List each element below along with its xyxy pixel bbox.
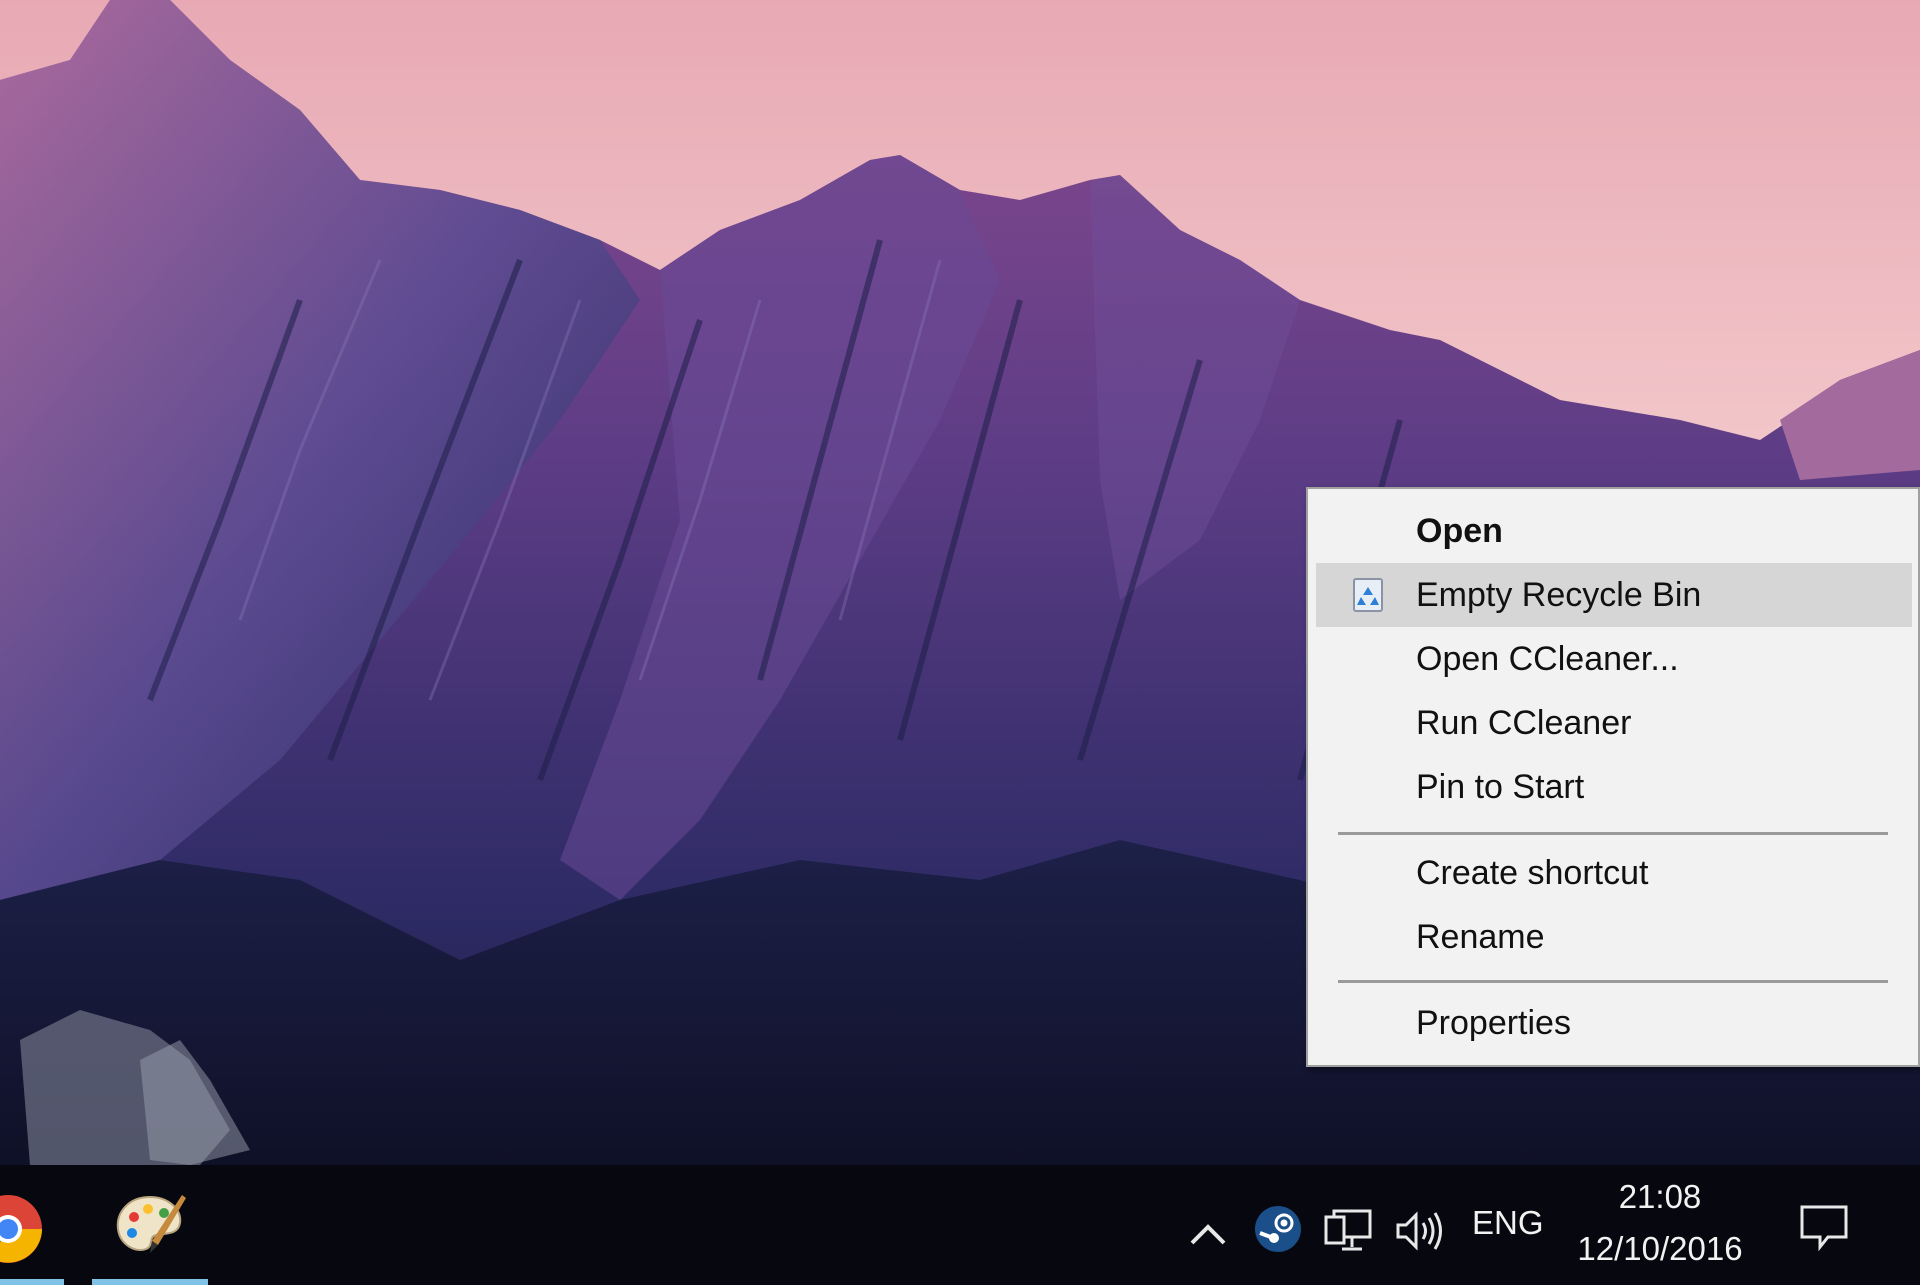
clock-time: 21:08 (1618, 1178, 1702, 1215)
language-indicator[interactable]: ENG (1472, 1193, 1544, 1253)
recycle-bin-icon (1353, 578, 1383, 612)
menu-item-pin-to-start[interactable]: Pin to Start (1316, 755, 1912, 819)
active-indicator (0, 1279, 64, 1285)
menu-item-label: Run CCleaner (1416, 704, 1632, 742)
menu-item-label: Pin to Start (1416, 768, 1585, 806)
menu-item-create-shortcut[interactable]: Create shortcut (1316, 841, 1912, 905)
taskbar-app-paint[interactable] (92, 1165, 208, 1285)
active-indicator (92, 1279, 208, 1285)
clock-date: 12/10/2016 (1577, 1230, 1743, 1267)
steam-icon[interactable] (1252, 1201, 1304, 1257)
menu-item-label: Rename (1416, 918, 1545, 956)
menu-item-properties[interactable]: Properties (1316, 991, 1912, 1055)
menu-item-empty-recycle-bin[interactable]: Empty Recycle Bin (1316, 563, 1912, 627)
menu-item-label: Empty Recycle Bin (1416, 576, 1702, 614)
show-hidden-icons-chevron-icon[interactable] (1188, 1207, 1228, 1263)
menu-separator (1338, 832, 1888, 835)
menu-item-label: Open (1416, 512, 1503, 550)
menu-separator (1338, 980, 1888, 983)
menu-item-rename[interactable]: Rename (1316, 905, 1912, 969)
taskbar-clock[interactable]: 21:08 12/10/2016 (1570, 1172, 1750, 1282)
paint-palette-icon (116, 1195, 186, 1253)
action-center-icon[interactable] (1798, 1199, 1850, 1255)
context-menu: Open Empty Recycle Bin Open CCleaner... … (1306, 487, 1920, 1067)
menu-item-label: Properties (1416, 1004, 1571, 1042)
chrome-icon (0, 1195, 42, 1263)
volume-icon[interactable] (1392, 1203, 1448, 1259)
menu-item-run-ccleaner[interactable]: Run CCleaner (1316, 691, 1912, 755)
menu-item-open[interactable]: Open (1316, 499, 1912, 563)
menu-item-open-ccleaner[interactable]: Open CCleaner... (1316, 627, 1912, 691)
desktop[interactable]: Open Empty Recycle Bin Open CCleaner... … (0, 0, 1920, 1285)
menu-item-label: Create shortcut (1416, 854, 1649, 892)
taskbar-app-chrome[interactable] (0, 1165, 64, 1285)
network-icon[interactable] (1322, 1203, 1374, 1259)
menu-item-label: Open CCleaner... (1416, 640, 1679, 678)
